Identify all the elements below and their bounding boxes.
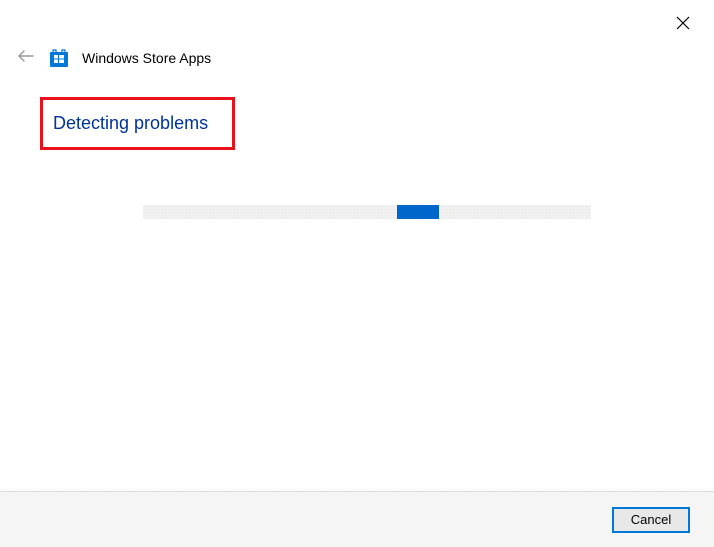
status-heading: Detecting problems xyxy=(53,113,208,134)
progress-bar-track xyxy=(143,205,591,219)
cancel-button[interactable]: Cancel xyxy=(612,507,690,533)
back-arrow-icon xyxy=(17,49,35,68)
header: Windows Store Apps xyxy=(16,48,211,68)
window-title: Windows Store Apps xyxy=(82,50,211,66)
back-button[interactable] xyxy=(16,48,36,68)
windows-store-icon xyxy=(50,49,68,67)
close-button[interactable] xyxy=(674,16,692,34)
highlight-annotation: Detecting problems xyxy=(40,97,235,150)
footer: Cancel xyxy=(0,491,714,547)
progress-bar-indicator xyxy=(397,205,439,219)
close-icon xyxy=(676,16,690,35)
